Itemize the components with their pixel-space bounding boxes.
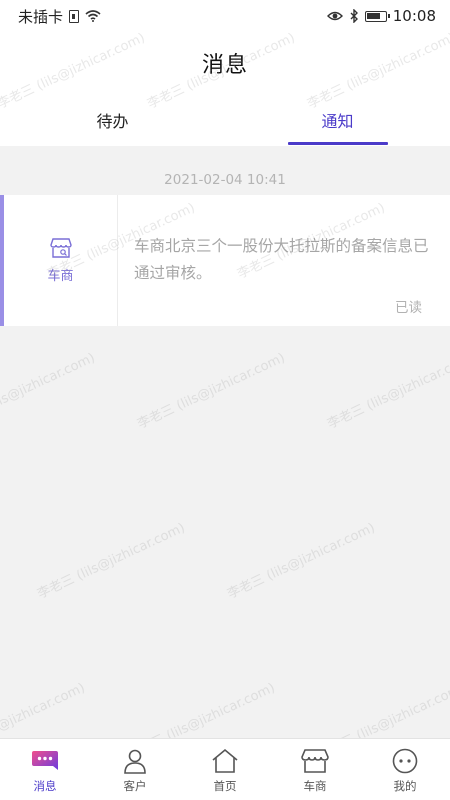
status-right: 10:08 [326, 7, 436, 25]
home-icon [212, 748, 238, 773]
carrier-text: 未插卡 [18, 7, 64, 26]
nav-label: 消息 [33, 779, 57, 793]
notification-body: 车商北京三个一股份大托拉斯的备案信息已通过审核。 已读 [118, 195, 450, 326]
tab-label: 待办 [96, 112, 129, 131]
nav-label: 客户 [123, 779, 147, 793]
tab-active-indicator [287, 142, 388, 145]
nav-item-profile[interactable]: 我的 [360, 739, 450, 800]
app-header: 消息 [0, 32, 450, 94]
notification-timestamp: 2021-02-04 10:41 [164, 172, 286, 188]
tab-bar: 待办 通知 [0, 94, 450, 146]
nav-label: 车商 [303, 779, 327, 793]
status-left: 未插卡 [18, 6, 101, 27]
smiley-icon [392, 748, 418, 774]
eye-icon [326, 11, 343, 21]
read-status-label: 已读 [395, 300, 422, 316]
notification-list: 2021-02-04 10:41 车商 车商北京三个一股份大托拉斯的备案信息已通… [0, 146, 450, 738]
bottom-nav: 消息 客户 首页 车商 我的 [0, 738, 450, 800]
nav-label: 我的 [393, 779, 417, 793]
page-title: 消息 [201, 53, 248, 78]
sim-card-icon [69, 9, 80, 23]
notification-source: 车商 [4, 195, 118, 326]
app-screen: 未插卡 10:08 消息 待办 通知 2021-02-04 10:41 车商 车… [0, 0, 450, 800]
source-label: 车商 [47, 268, 74, 284]
notification-text: 车商北京三个一股份大托拉斯的备案信息已通过审核。 [134, 237, 429, 282]
bluetooth-icon [350, 9, 358, 23]
person-icon [124, 749, 146, 774]
wifi-icon [85, 10, 101, 22]
nav-item-messages[interactable]: 消息 [0, 739, 90, 800]
shop-icon [49, 237, 72, 258]
tab-label: 通知 [321, 112, 354, 131]
message-icon [32, 751, 58, 770]
nav-item-home[interactable]: 首页 [180, 739, 270, 800]
tab-todo[interactable]: 待办 [0, 94, 225, 146]
clock-text: 10:08 [392, 7, 436, 25]
status-bar: 未插卡 10:08 [0, 0, 450, 32]
nav-item-dealers[interactable]: 车商 [270, 739, 360, 800]
nav-item-customers[interactable]: 客户 [90, 739, 180, 800]
nav-label: 首页 [213, 779, 237, 793]
shop-icon [301, 749, 329, 773]
notification-card[interactable]: 车商 车商北京三个一股份大托拉斯的备案信息已通过审核。 已读 [0, 195, 450, 326]
tab-notifications[interactable]: 通知 [225, 94, 450, 146]
battery-icon [364, 10, 390, 22]
